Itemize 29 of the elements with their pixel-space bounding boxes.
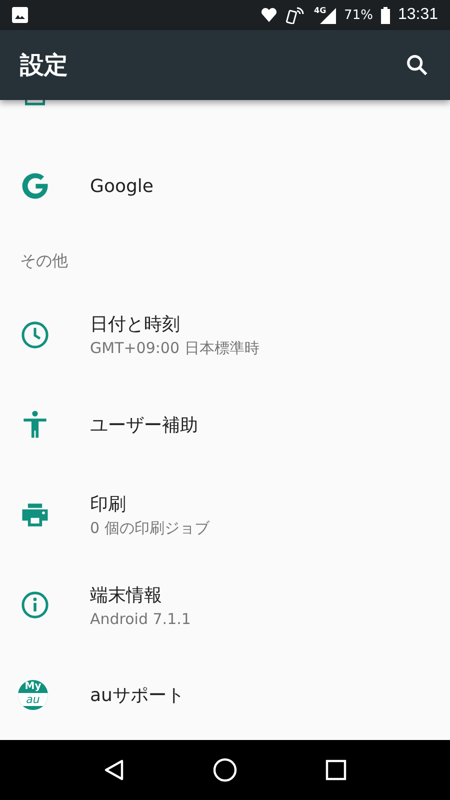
battery-percent: 71% bbox=[344, 8, 373, 22]
item-subtitle: Android 7.1.1 bbox=[90, 610, 191, 628]
picture-icon bbox=[12, 7, 28, 23]
item-title: 印刷 bbox=[90, 493, 127, 516]
settings-item[interactable]: My au auサポート bbox=[0, 650, 450, 740]
item-subtitle: GMT+09:00 日本標準時 bbox=[90, 339, 260, 358]
item-title: 日付と時刻 bbox=[90, 313, 181, 336]
network-type: 4G bbox=[314, 6, 326, 15]
settings-item[interactable]: ユーザー補助 bbox=[0, 380, 450, 470]
screen-title: 設定 bbox=[20, 50, 69, 81]
search-button[interactable] bbox=[404, 52, 430, 78]
clock-time: 13:31 bbox=[398, 6, 438, 24]
item-title: auサポート bbox=[90, 684, 184, 707]
item-title: ユーザー補助 bbox=[90, 414, 198, 437]
item-subtitle: 0 個の印刷ジョブ bbox=[90, 519, 210, 538]
battery-icon bbox=[380, 6, 390, 24]
support-logo-icon: My au bbox=[18, 680, 48, 710]
settings-item[interactable]: Google bbox=[0, 140, 450, 232]
heart-icon bbox=[260, 6, 278, 24]
settings-item[interactable]: 端末情報 Android 7.1.1 bbox=[0, 560, 450, 650]
home-button[interactable] bbox=[212, 757, 238, 783]
settings-item[interactable]: 日付と時刻 GMT+09:00 日本標準時 bbox=[0, 290, 450, 380]
item-title: Google bbox=[90, 176, 154, 196]
back-button[interactable] bbox=[103, 758, 126, 782]
phone-signal-icon bbox=[286, 6, 306, 24]
item-title: 端末情報 bbox=[90, 584, 163, 606]
settings-item[interactable]: 印刷 0 個の印刷ジョブ bbox=[0, 470, 450, 560]
recents-button[interactable] bbox=[324, 759, 347, 781]
section-header: その他 bbox=[19, 250, 69, 272]
